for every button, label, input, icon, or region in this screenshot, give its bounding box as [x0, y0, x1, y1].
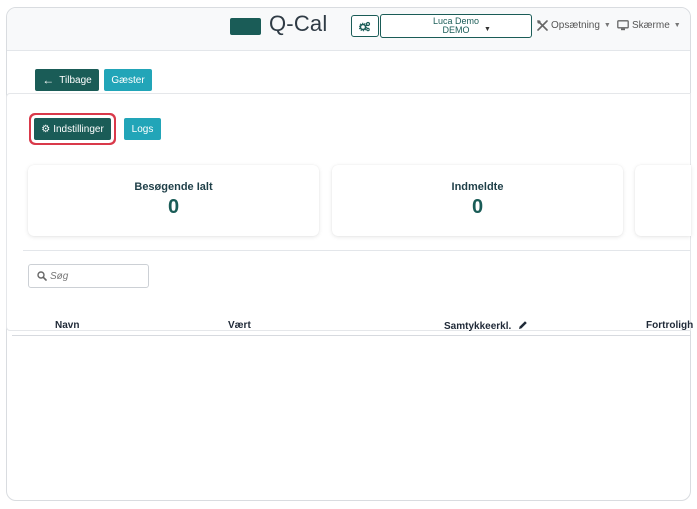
stat-card-registered: Indmeldte 0 — [332, 165, 623, 236]
search-placeholder: Søg — [50, 270, 69, 282]
column-header-consent-label: Samtykkeerkl. — [444, 321, 512, 332]
table-header-border — [12, 335, 691, 336]
menu-screens[interactable]: Skærme ▼ — [617, 20, 681, 31]
stat-value: 0 — [167, 196, 180, 218]
back-button[interactable]: ← Tilbage — [35, 69, 99, 91]
caret-down-icon: ▼ — [673, 22, 681, 29]
stat-card-third — [635, 165, 691, 236]
user-select[interactable]: Luca Demo DEMO ▼ — [380, 14, 532, 38]
monitor-icon — [617, 20, 629, 31]
settings-button[interactable]: ⚙ Indstillinger — [34, 118, 111, 140]
app-logo: Q-Cal — [269, 11, 328, 36]
top-navbar: Q-Cal Luca Demo DEMO ▼ Opsætning ▼ Skærm… — [7, 8, 690, 51]
column-header-consent[interactable]: Samtykkeerkl. — [444, 320, 528, 332]
guests-button[interactable]: Gæster — [104, 69, 152, 91]
stat-value: 0 — [471, 196, 484, 218]
stat-label: Indmeldte — [451, 181, 504, 193]
search-input[interactable]: Søg — [28, 264, 149, 288]
column-header-host[interactable]: Vært — [228, 320, 251, 331]
stat-label: Besøgende Ialt — [134, 181, 213, 193]
logo-mark — [230, 18, 261, 35]
menu-setup[interactable]: Opsætning ▼ — [537, 20, 611, 31]
search-icon — [37, 271, 47, 281]
logs-button[interactable]: Logs — [124, 118, 161, 140]
column-header-confidentiality[interactable]: Fortroligh — [646, 320, 693, 331]
tools-icon — [537, 20, 548, 31]
cogs-button[interactable] — [351, 15, 379, 37]
guests-label: Gæster — [111, 74, 145, 86]
user-org: DEMO — [442, 25, 470, 35]
gear-icon: ⚙ — [41, 123, 51, 135]
stat-card-visitors: Besøgende Ialt 0 — [28, 165, 319, 236]
caret-down-icon: ▼ — [603, 22, 611, 29]
settings-label: Indstillinger — [53, 123, 104, 135]
arrow-left-icon: ← — [42, 73, 55, 87]
menu-screens-label: Skærme — [632, 20, 670, 31]
menu-setup-label: Opsætning — [551, 20, 600, 31]
cogs-icon — [359, 21, 371, 31]
caret-down-icon: ▼ — [484, 26, 491, 33]
divider — [23, 250, 691, 251]
pencil-icon[interactable] — [518, 320, 528, 330]
column-header-name[interactable]: Navn — [55, 320, 79, 331]
logs-label: Logs — [131, 123, 154, 135]
back-label: Tilbage — [59, 74, 92, 86]
